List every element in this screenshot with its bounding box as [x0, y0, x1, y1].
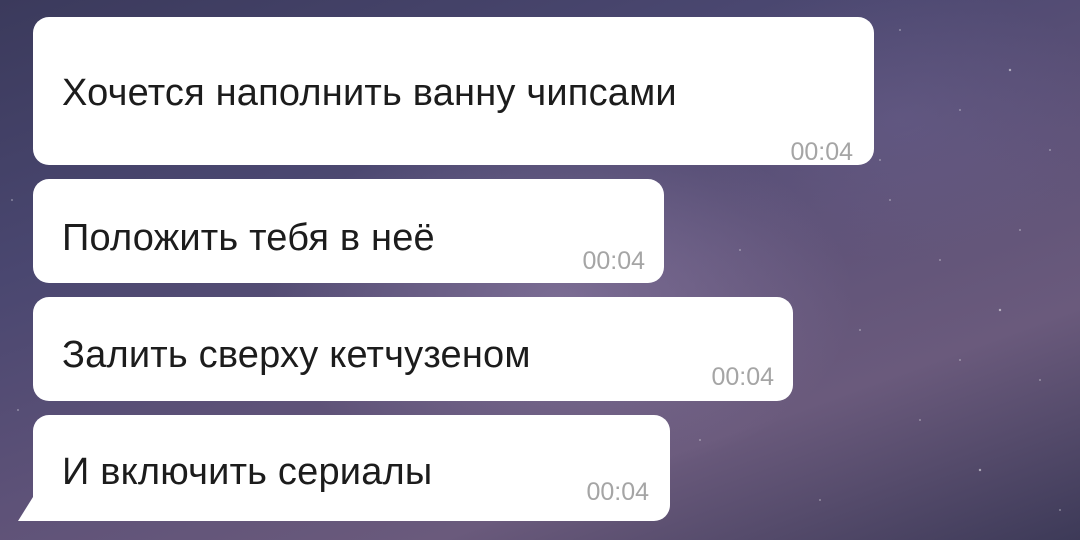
message-time: 00:04 [711, 363, 774, 391]
message-bubble-tail [18, 497, 33, 521]
message-time: 00:04 [582, 247, 645, 275]
message-time: 00:04 [790, 138, 853, 166]
message-bubble[interactable]: Хочется наполнить ванну чипсами 00:04 [33, 17, 874, 166]
message-text: Положить тебя в неё [62, 217, 435, 259]
message-bubble[interactable]: Положить тебя в неё 00:04 [33, 179, 664, 283]
message-bubble[interactable]: И включить сериалы 00:04 [33, 415, 670, 521]
message-text: И включить сериалы [62, 451, 433, 493]
message-text: Хочется наполнить ванну чипсами [62, 72, 677, 114]
message-time: 00:04 [586, 478, 649, 506]
message-text: Залить сверху кетчузеном [62, 334, 531, 376]
message-bubble[interactable]: Залить сверху кетчузеном 00:04 [33, 297, 793, 401]
